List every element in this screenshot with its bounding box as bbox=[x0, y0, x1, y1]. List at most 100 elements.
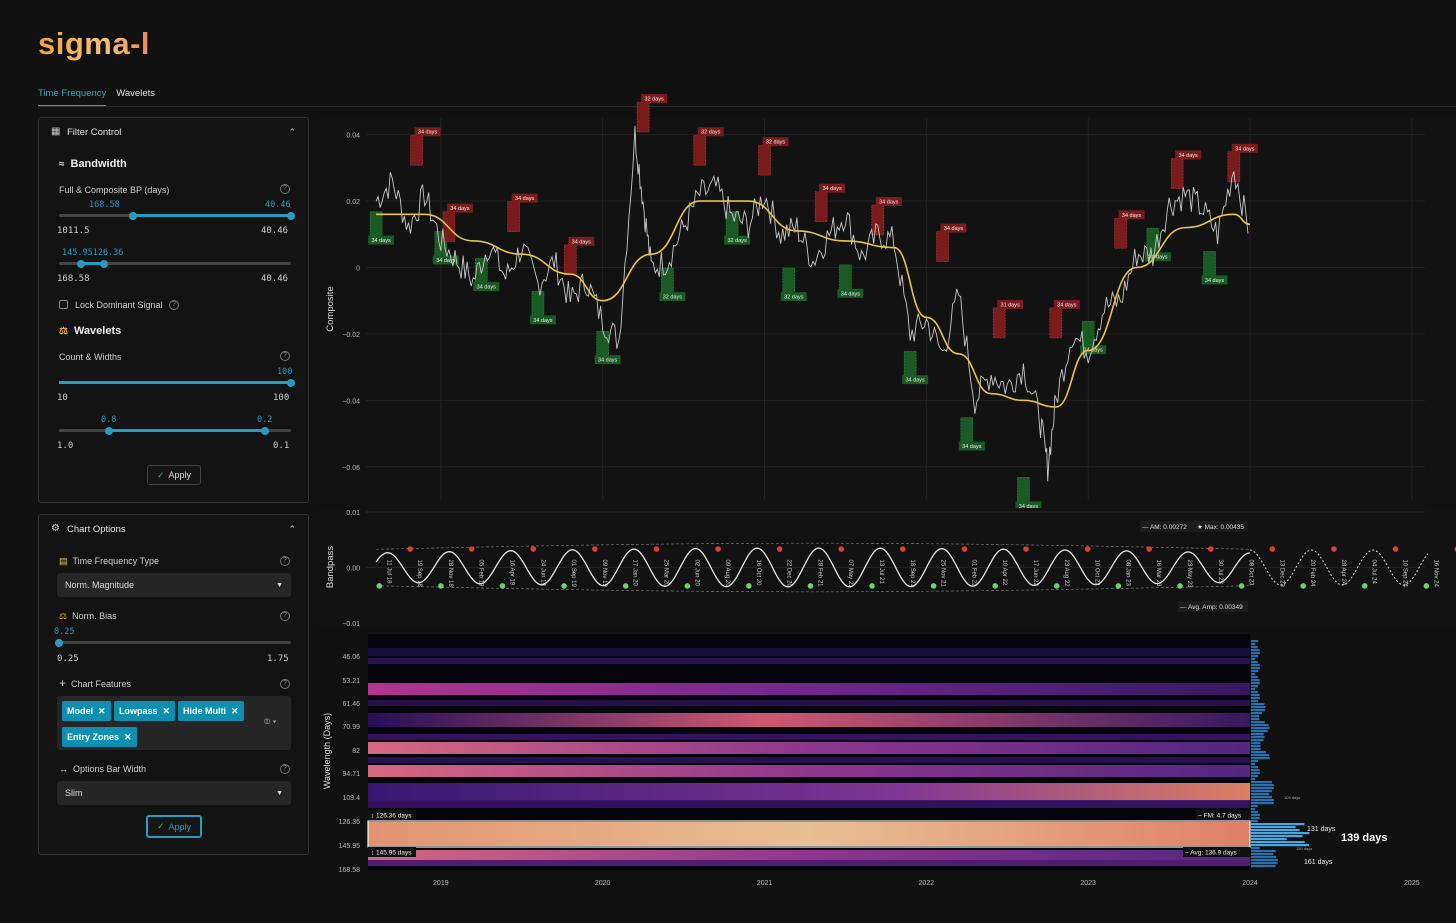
bandpass-trough-dot bbox=[1238, 583, 1245, 589]
heatmap-x-tick: 2021 bbox=[757, 880, 773, 887]
cycle-length-label: 34 days bbox=[450, 206, 470, 212]
cycle-zone-marker bbox=[1049, 307, 1063, 339]
bandpass-am: — AM: 0.00272 bbox=[1142, 524, 1187, 531]
heatmap-band bbox=[368, 757, 1250, 763]
heatmap-y-tick: 168.58 bbox=[339, 867, 361, 874]
bandpass-trough-dot bbox=[684, 583, 691, 589]
cycle-length-label: 32 days bbox=[701, 130, 721, 136]
bandpass-trough-dot bbox=[561, 583, 567, 589]
heatmap-y-tick: 46.06 bbox=[342, 654, 360, 661]
cycle-length-label: 34 days bbox=[944, 226, 964, 232]
histogram-bar bbox=[1251, 796, 1273, 799]
cycle-zone-marker bbox=[563, 244, 577, 276]
histogram-bar bbox=[1251, 826, 1296, 829]
cycle-length-label: 34 days bbox=[371, 238, 391, 244]
histogram-bar bbox=[1251, 703, 1265, 706]
bandpass-peak-dot bbox=[592, 546, 598, 552]
heatmap-y-tick: 94.71 bbox=[342, 771, 360, 778]
heatmap-x-tick: 2024 bbox=[1242, 880, 1258, 887]
band-high-label: ↕ 145.95 days bbox=[371, 850, 412, 857]
bandpass-peak-dot bbox=[838, 546, 845, 552]
heatmap-y-tick: 53.21 bbox=[342, 678, 360, 685]
cycle-zone-marker bbox=[1170, 158, 1184, 189]
heatmap-x-tick: 2025 bbox=[1404, 880, 1420, 887]
cycle-zone-marker bbox=[871, 204, 885, 236]
bandpass-date-label: 18 Sep 21 bbox=[909, 560, 915, 588]
bandpass-date-label: 28 Apr 24 bbox=[1340, 560, 1346, 586]
histogram-bar bbox=[1251, 736, 1265, 739]
heatmap-band bbox=[368, 648, 1250, 656]
cycle-length-label: 34 days bbox=[1122, 213, 1142, 219]
heatmap-band bbox=[368, 860, 1250, 866]
histogram-bar bbox=[1251, 697, 1260, 700]
cycle-length-label: 34 days bbox=[436, 258, 456, 264]
histogram-bar bbox=[1251, 643, 1256, 646]
bandpass-trough-dot bbox=[438, 583, 444, 589]
histogram-bar bbox=[1251, 781, 1273, 784]
histogram-bar bbox=[1251, 805, 1258, 808]
bandpass-date-label: 01 Sep 19 bbox=[570, 560, 576, 588]
cycle-zone-marker bbox=[936, 231, 949, 262]
bandpass-peak-dot bbox=[1207, 546, 1214, 552]
histogram-bar bbox=[1251, 760, 1258, 763]
cycle-length-label: 34 days bbox=[477, 285, 497, 291]
heatmap-x-tick: 2019 bbox=[433, 880, 449, 887]
bandpass-trough-dot bbox=[376, 583, 383, 589]
histogram-bar bbox=[1251, 814, 1260, 817]
cycle-length-label: 32 days bbox=[727, 238, 747, 244]
heatmap-band bbox=[368, 822, 1250, 846]
bandpass-date-label: 30 Jul 23 bbox=[1217, 560, 1223, 585]
bandpass-peak-dot bbox=[468, 546, 475, 552]
cycle-length-label: 34 days bbox=[418, 130, 438, 136]
histogram-bar bbox=[1251, 694, 1260, 697]
histogram-bar bbox=[1251, 664, 1260, 667]
bandpass-peak-dot bbox=[715, 546, 721, 552]
heatmap-band bbox=[368, 800, 1250, 808]
histogram-bar bbox=[1251, 769, 1260, 772]
histogram-bar bbox=[1251, 748, 1261, 751]
histogram-bar bbox=[1251, 787, 1274, 790]
histogram-bar bbox=[1251, 727, 1270, 730]
histogram-bar bbox=[1251, 820, 1258, 823]
cycle-length-label: 32 days bbox=[784, 295, 804, 301]
bandpass-date-label: 01 Feb 22 bbox=[970, 560, 976, 588]
histogram-bar bbox=[1251, 661, 1258, 664]
bandpass-date-label: 13 Jul 21 bbox=[878, 560, 884, 585]
heatmap-y-tick: 61.46 bbox=[342, 701, 360, 708]
heatmap-x-tick: 2022 bbox=[919, 880, 935, 887]
cycle-zone-marker bbox=[636, 101, 650, 133]
histogram-bar bbox=[1251, 730, 1268, 733]
cycle-length-label: 34 days bbox=[879, 199, 899, 205]
bandpass-date-label: 28 Nov 18 bbox=[447, 560, 453, 588]
cycle-length-label: 32 days bbox=[663, 295, 683, 301]
bandpass-y-tick: 0.00 bbox=[346, 566, 360, 573]
cycle-zone-marker bbox=[814, 191, 828, 222]
bandpass-date-label: 02 Jun 20 bbox=[693, 560, 699, 587]
histogram-bar bbox=[1251, 658, 1256, 661]
heatmap-y-label: Wavelength (Days) bbox=[322, 713, 332, 789]
histogram-bar bbox=[1251, 739, 1264, 742]
histogram-bar bbox=[1251, 700, 1259, 703]
histogram-bar bbox=[1251, 733, 1264, 736]
bandpass-date-label: 10 Apr 22 bbox=[1001, 560, 1007, 586]
cycle-zone-marker bbox=[992, 307, 1006, 339]
histogram-bar bbox=[1251, 784, 1274, 787]
bandpass-date-label: 25 Mar 20 bbox=[662, 560, 668, 588]
bandpass-trough-dot bbox=[499, 583, 506, 589]
composite-y-tick: −0.04 bbox=[342, 398, 360, 405]
cycle-length-label: 34 days bbox=[1205, 278, 1225, 284]
cycle-length-label: 32 days bbox=[644, 97, 664, 103]
histogram-bar bbox=[1251, 829, 1300, 832]
histogram-bar bbox=[1251, 709, 1265, 712]
histogram-bar bbox=[1251, 745, 1261, 748]
histogram-bar bbox=[1251, 754, 1270, 757]
histogram-bar bbox=[1251, 718, 1260, 721]
bandpass-date-label: 28 Feb 21 bbox=[816, 560, 822, 588]
histogram-bar bbox=[1251, 712, 1262, 715]
time-frequency-chart[interactable]: 0.04 0.02 0 −0.02 −0.04 −0.06 Composite 34 days… bbox=[0, 0, 1456, 923]
bandpass-date-label: 11 Jul 18 bbox=[385, 560, 391, 585]
histogram-bar bbox=[1251, 865, 1276, 868]
cycle-length-label: 34 days bbox=[823, 186, 843, 192]
bandpass-trough-dot bbox=[1300, 583, 1306, 589]
histogram-bar bbox=[1251, 853, 1274, 856]
